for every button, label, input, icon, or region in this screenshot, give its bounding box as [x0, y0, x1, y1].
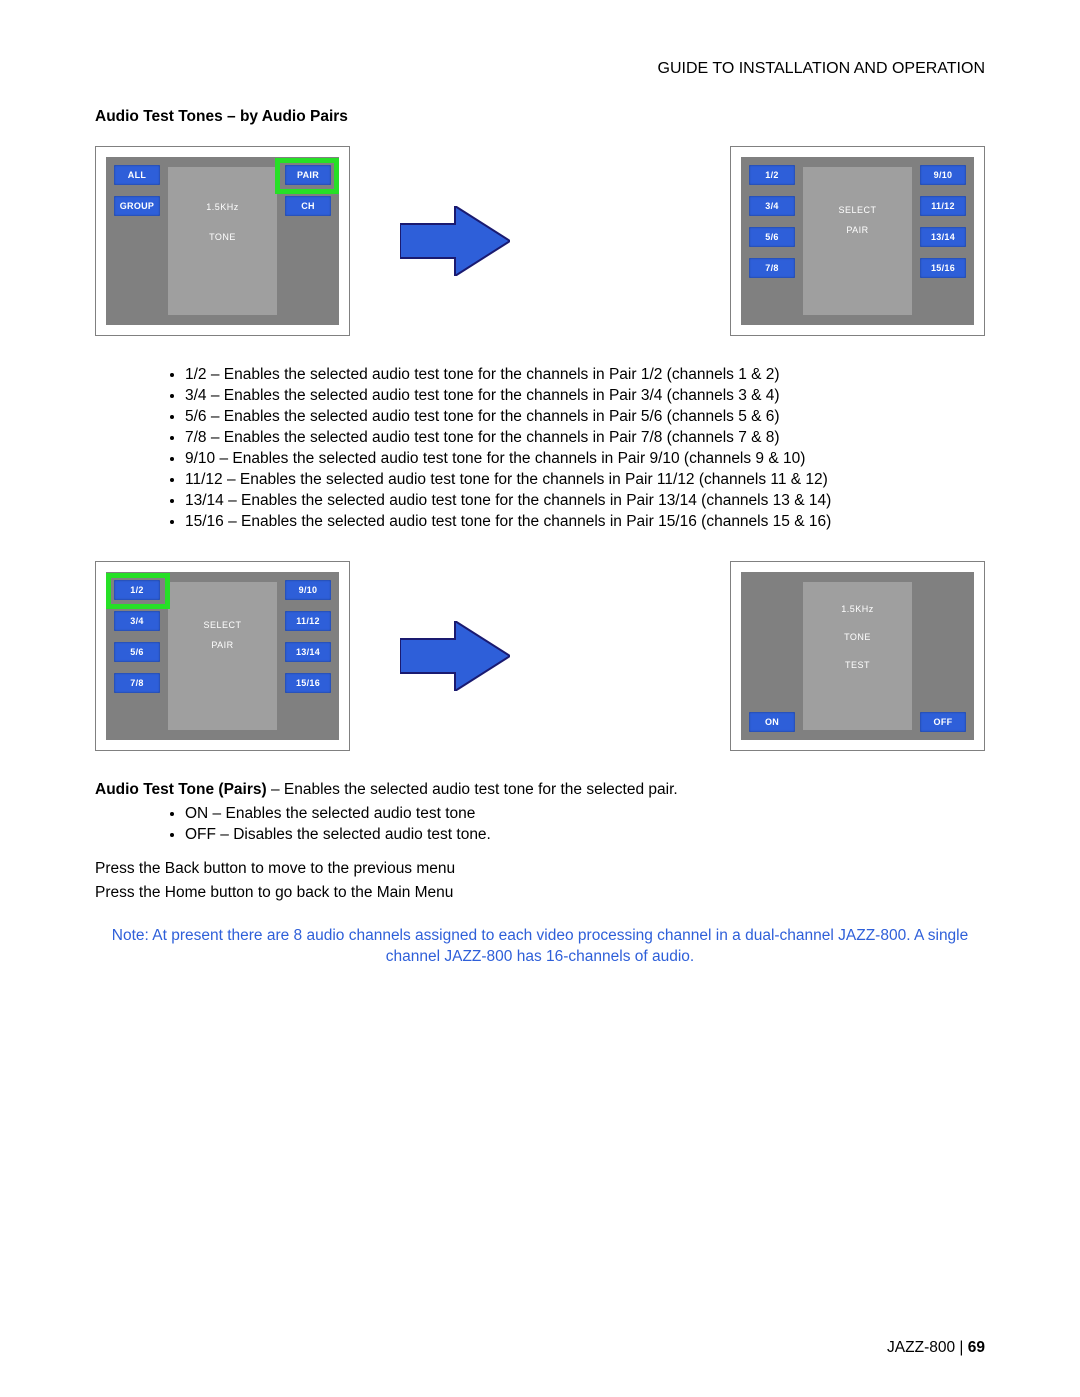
- list-item: 13/14 – Enables the selected audio test …: [185, 492, 985, 510]
- list-item: OFF – Disables the selected audio test t…: [185, 826, 985, 844]
- screen-tone-menu: ALL GROUP PAIR CH 1.5KHz TONE: [95, 146, 350, 336]
- btn-9-10[interactable]: 9/10: [920, 165, 966, 185]
- label-tone: TONE: [741, 632, 974, 642]
- pair-bullets: 1/2 – Enables the selected audio test to…: [95, 366, 985, 531]
- list-item: 9/10 – Enables the selected audio test t…: [185, 450, 985, 468]
- screen-tone-test: ON OFF 1.5KHz TONE TEST: [730, 561, 985, 751]
- label-tone: TONE: [106, 232, 339, 242]
- label-freq: 1.5KHz: [106, 202, 339, 212]
- list-item: 15/16 – Enables the selected audio test …: [185, 513, 985, 531]
- label-select: SELECT: [106, 620, 339, 630]
- label-freq: 1.5KHz: [741, 604, 974, 614]
- footer-product: JAZZ-800: [887, 1339, 955, 1356]
- screens-row-2: 1/2 3/4 5/6 7/8 9/10 11/12 13/14 15/16 S…: [95, 561, 985, 751]
- btn-off[interactable]: OFF: [920, 712, 966, 732]
- btn-pair[interactable]: PAIR: [285, 165, 331, 185]
- list-item: 7/8 – Enables the selected audio test to…: [185, 429, 985, 447]
- screen-select-pair-2: 1/2 3/4 5/6 7/8 9/10 11/12 13/14 15/16 S…: [95, 561, 350, 751]
- btn-all[interactable]: ALL: [114, 165, 160, 185]
- list-item: 11/12 – Enables the selected audio test …: [185, 471, 985, 489]
- list-item: ON – Enables the selected audio test ton…: [185, 805, 985, 823]
- label-pair: PAIR: [106, 640, 339, 650]
- btn-1-2[interactable]: 1/2: [114, 580, 160, 600]
- desc-rest: – Enables the selected audio test tone f…: [267, 781, 678, 798]
- footer: JAZZ-800 | 69: [887, 1339, 985, 1357]
- screens-row-1: ALL GROUP PAIR CH 1.5KHz TONE 1/2 3/4 5/…: [95, 146, 985, 336]
- list-item: 5/6 – Enables the selected audio test to…: [185, 408, 985, 426]
- btn-15-16[interactable]: 15/16: [920, 258, 966, 278]
- desc-para: Audio Test Tone (Pairs) – Enables the se…: [95, 781, 985, 799]
- desc-title: Audio Test Tone (Pairs): [95, 781, 267, 798]
- section-title: Audio Test Tones – by Audio Pairs: [95, 108, 985, 126]
- onoff-bullets: ON – Enables the selected audio test ton…: [95, 805, 985, 844]
- btn-1-2[interactable]: 1/2: [749, 165, 795, 185]
- note-text: Note: At present there are 8 audio chann…: [95, 926, 985, 968]
- doc-header: GUIDE TO INSTALLATION AND OPERATION: [95, 60, 985, 78]
- list-item: 3/4 – Enables the selected audio test to…: [185, 387, 985, 405]
- btn-7-8[interactable]: 7/8: [114, 673, 160, 693]
- footer-sep: |: [955, 1339, 968, 1356]
- label-pair: PAIR: [741, 225, 974, 235]
- list-item: 1/2 – Enables the selected audio test to…: [185, 366, 985, 384]
- label-test: TEST: [741, 660, 974, 670]
- press-home: Press the Home button to go back to the …: [95, 884, 985, 902]
- press-back: Press the Back button to move to the pre…: [95, 860, 985, 878]
- btn-9-10[interactable]: 9/10: [285, 580, 331, 600]
- btn-15-16[interactable]: 15/16: [285, 673, 331, 693]
- arrow-icon: [400, 206, 510, 276]
- label-select: SELECT: [741, 205, 974, 215]
- btn-7-8[interactable]: 7/8: [749, 258, 795, 278]
- btn-on[interactable]: ON: [749, 712, 795, 732]
- screen-select-pair: 1/2 3/4 5/6 7/8 9/10 11/12 13/14 15/16 S…: [730, 146, 985, 336]
- arrow-icon: [400, 621, 510, 691]
- footer-page: 69: [968, 1339, 985, 1356]
